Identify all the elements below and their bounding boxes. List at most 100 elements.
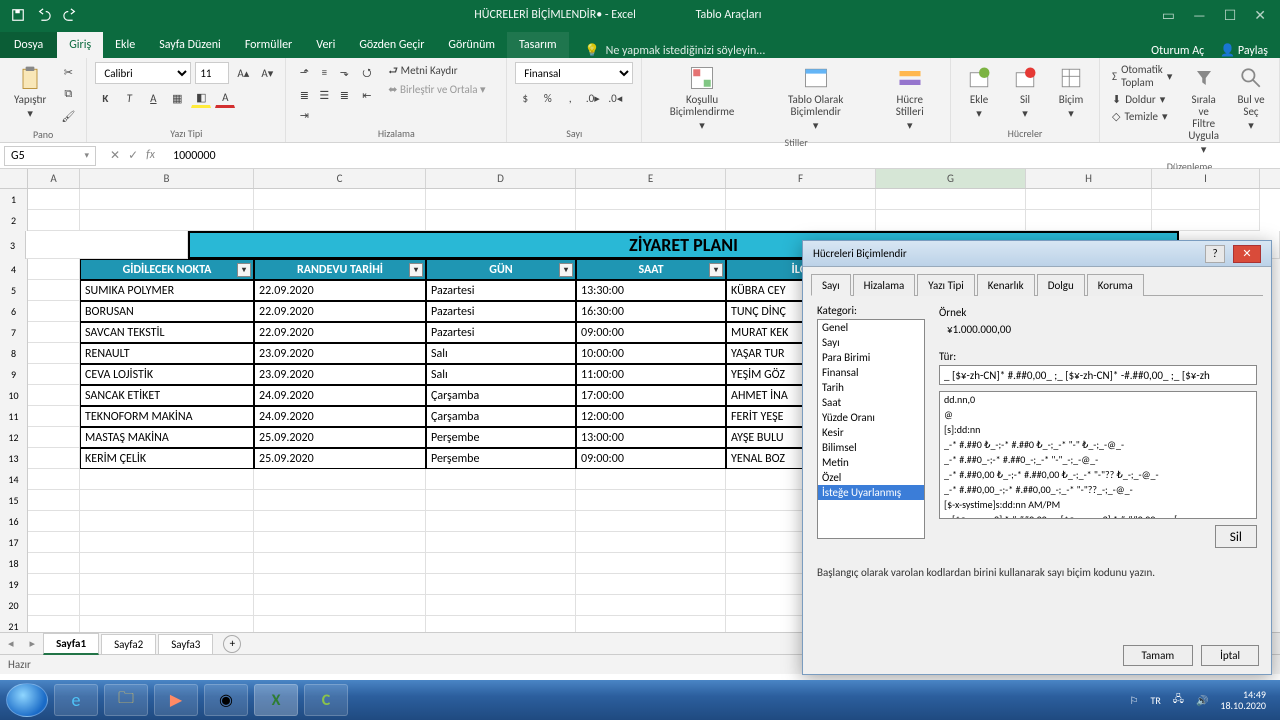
merge-center-button[interactable]: ⬌ Birleştir ve Ortala ▾: [388, 83, 498, 96]
increase-decimal-icon[interactable]: .0▸: [583, 88, 603, 108]
cell[interactable]: 17:00:00: [576, 385, 726, 406]
cell[interactable]: [576, 574, 726, 595]
row-header[interactable]: 17: [0, 532, 28, 553]
cell[interactable]: [876, 210, 1026, 231]
type-input[interactable]: [939, 365, 1257, 385]
cell[interactable]: GİDİLECEK NOKTA▾: [80, 259, 254, 280]
cell[interactable]: [254, 574, 426, 595]
category-item[interactable]: Sayı: [818, 335, 924, 350]
tab-data[interactable]: Veri: [304, 32, 347, 58]
cell[interactable]: [80, 490, 254, 511]
dialog-tab[interactable]: Kenarlık: [977, 274, 1035, 296]
category-item[interactable]: İsteğe Uyarlanmış: [818, 485, 924, 500]
row-header[interactable]: 11: [0, 406, 28, 427]
cell[interactable]: [80, 210, 254, 231]
share-button[interactable]: 👤 Paylaş: [1220, 43, 1268, 58]
cell[interactable]: [576, 210, 726, 231]
col-header[interactable]: C: [254, 169, 426, 188]
sheet-tab[interactable]: Sayfa3: [158, 634, 213, 654]
cell[interactable]: [726, 210, 876, 231]
save-icon[interactable]: [8, 5, 28, 25]
cell[interactable]: [80, 469, 254, 490]
cell[interactable]: CEVA LOJİSTİK: [80, 364, 254, 385]
cell[interactable]: Perşembe: [426, 427, 576, 448]
category-item[interactable]: Özel: [818, 470, 924, 485]
cell[interactable]: [254, 595, 426, 616]
cell[interactable]: [426, 595, 576, 616]
shrink-font-icon[interactable]: A▾: [257, 63, 277, 83]
category-item[interactable]: Kesir: [818, 425, 924, 440]
dialog-tab[interactable]: Yazı Tipi: [917, 274, 974, 296]
category-item[interactable]: Metin: [818, 455, 924, 470]
row-header[interactable]: 12: [0, 427, 28, 448]
col-header[interactable]: G: [876, 169, 1026, 188]
align-center-icon[interactable]: ☰: [314, 85, 334, 105]
cell[interactable]: [254, 511, 426, 532]
col-header[interactable]: H: [1026, 169, 1152, 188]
align-bottom-icon[interactable]: ⬎: [334, 62, 354, 82]
row-header[interactable]: 18: [0, 553, 28, 574]
dialog-help-icon[interactable]: ?: [1205, 245, 1225, 263]
cell[interactable]: 13:30:00: [576, 280, 726, 301]
format-item[interactable]: [s]:dd:nn: [940, 422, 1256, 437]
row-header[interactable]: 13: [0, 448, 28, 469]
cell[interactable]: [28, 553, 80, 574]
cell[interactable]: [80, 189, 254, 210]
cell[interactable]: [80, 616, 254, 632]
format-painter-icon[interactable]: 🖌: [58, 106, 78, 126]
align-top-icon[interactable]: ⬏: [294, 62, 314, 82]
font-name-select[interactable]: Calibri: [95, 62, 191, 84]
autosum-button[interactable]: Σ Otomatik Toplam ▾: [1108, 62, 1176, 90]
cell[interactable]: Salı: [426, 364, 576, 385]
cell[interactable]: [28, 595, 80, 616]
cell[interactable]: [426, 553, 576, 574]
currency-icon[interactable]: $: [515, 88, 535, 108]
ribbon-collapse-icon[interactable]: ▭: [1162, 7, 1175, 24]
col-header[interactable]: D: [426, 169, 576, 188]
tray-volume-icon[interactable]: 🔊: [1196, 694, 1208, 707]
cell[interactable]: [28, 469, 80, 490]
cancel-formula-icon[interactable]: ✕: [110, 148, 120, 163]
category-item[interactable]: Finansal: [818, 365, 924, 380]
col-header[interactable]: B: [80, 169, 254, 188]
cell[interactable]: [28, 532, 80, 553]
undo-icon[interactable]: [34, 5, 54, 25]
cell[interactable]: [1152, 210, 1260, 231]
cell[interactable]: 25.09.2020: [254, 448, 426, 469]
filter-dropdown-icon[interactable]: ▾: [559, 263, 573, 277]
cell[interactable]: KERİM ÇELİK: [80, 448, 254, 469]
start-button[interactable]: [6, 683, 48, 717]
cell[interactable]: 11:00:00: [576, 364, 726, 385]
indent-inc-icon[interactable]: ⇥: [294, 105, 314, 125]
accept-formula-icon[interactable]: ✓: [128, 148, 138, 163]
cell[interactable]: 10:00:00: [576, 343, 726, 364]
taskbar-media-icon[interactable]: ▶: [154, 684, 198, 716]
taskbar-explorer-icon[interactable]: 🗀: [104, 684, 148, 716]
cancel-button[interactable]: İptal: [1201, 645, 1259, 666]
dialog-title-bar[interactable]: Hücreleri Biçimlendir ? ✕: [803, 241, 1271, 267]
comma-icon[interactable]: ,: [560, 88, 580, 108]
row-header[interactable]: 4: [0, 259, 28, 280]
cell[interactable]: SAVCAN TEKSTİL: [80, 322, 254, 343]
cell[interactable]: [28, 490, 80, 511]
cell[interactable]: [80, 511, 254, 532]
copy-icon[interactable]: ⧉: [58, 84, 78, 104]
filter-dropdown-icon[interactable]: ▾: [409, 263, 423, 277]
close-icon[interactable]: ✕: [1254, 7, 1266, 24]
cell[interactable]: 09:00:00: [576, 322, 726, 343]
row-header[interactable]: 8: [0, 343, 28, 364]
lang-indicator[interactable]: TR: [1150, 694, 1160, 707]
clock[interactable]: 14:49 18.10.2020: [1220, 689, 1274, 711]
row-header[interactable]: 16: [0, 511, 28, 532]
cell[interactable]: [28, 448, 80, 469]
sheet-tab[interactable]: Sayfa1: [43, 633, 99, 655]
dialog-tab[interactable]: Sayı: [811, 274, 851, 296]
row-header[interactable]: 3: [0, 231, 26, 259]
conditional-formatting-button[interactable]: Koşullu Biçimlendirme▾: [650, 62, 754, 134]
delete-cell-button[interactable]: Sil▾: [1005, 62, 1045, 122]
maximize-icon[interactable]: ☐: [1224, 7, 1237, 24]
name-box[interactable]: G5▾: [4, 146, 96, 166]
format-as-table-button[interactable]: Tablo Olarak Biçimlendir▾: [760, 62, 872, 134]
col-header[interactable]: E: [576, 169, 726, 188]
cell[interactable]: [80, 553, 254, 574]
